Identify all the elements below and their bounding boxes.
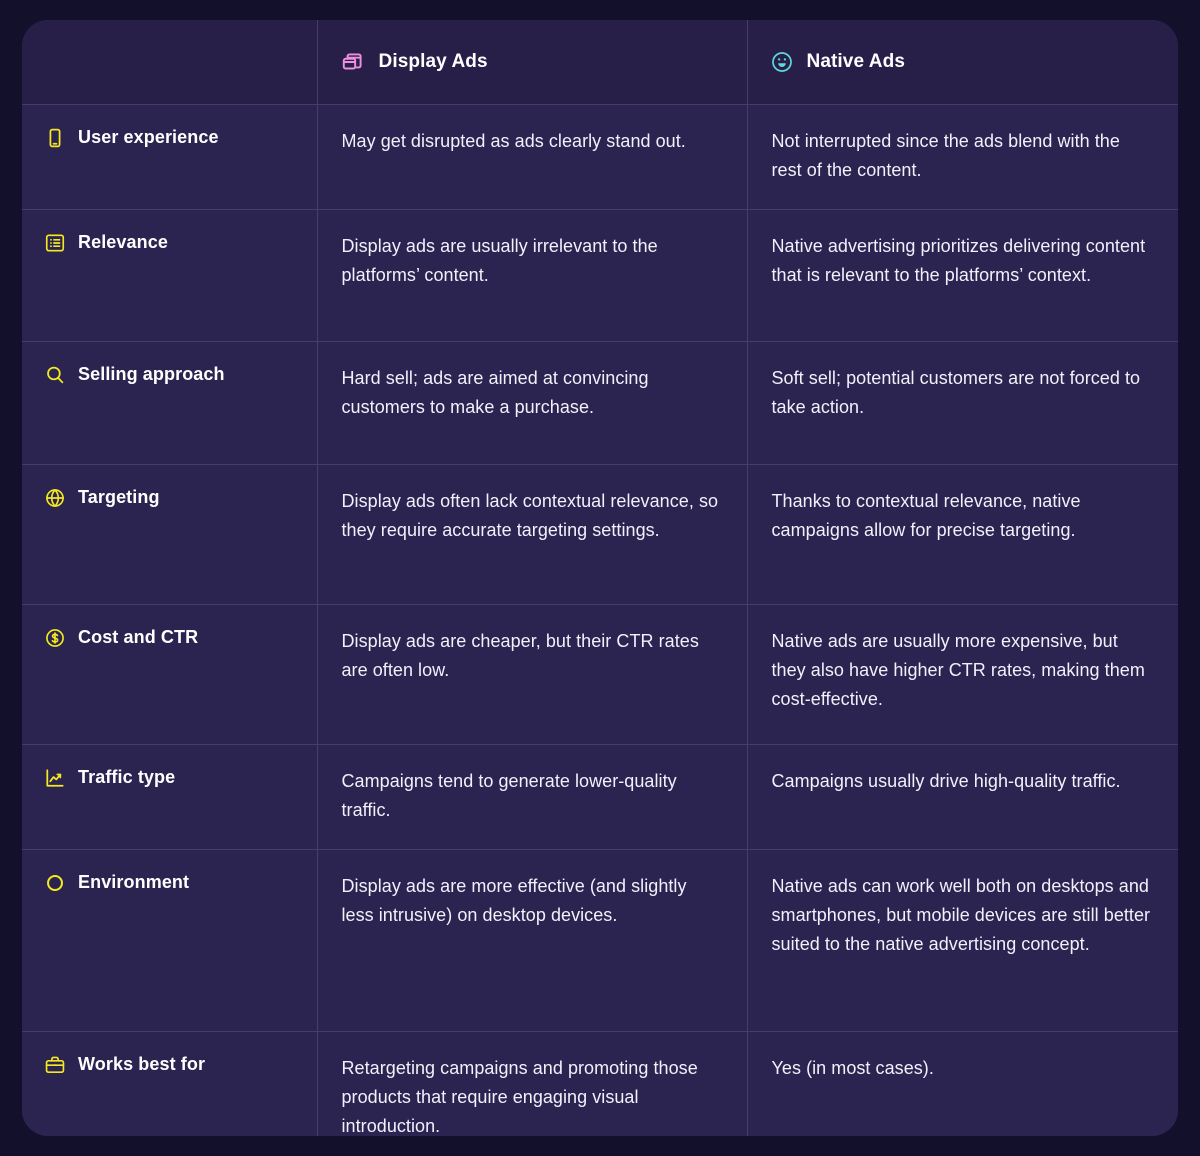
screenshot-canvas: Display Ads Native Ads User experience M…	[0, 0, 1200, 1156]
cell-display: Retargeting campaigns and promoting thos…	[317, 1031, 748, 1136]
cell-text: Soft sell; potential customers are not f…	[771, 367, 1141, 417]
cell-native: Native advertising prioritizes deliverin…	[747, 209, 1178, 342]
cell-text: Hard sell; ads are aimed at convincing c…	[341, 367, 649, 417]
table-row: User experience May get disrupted as ads…	[22, 104, 1178, 210]
cell-native: Yes (in most cases).	[747, 1031, 1178, 1136]
cell-native: Not interrupted since the ads blend with…	[747, 104, 1178, 210]
row-label-cell: Targeting	[22, 464, 318, 605]
table-row: Selling approach Hard sell; ads are aime…	[22, 341, 1178, 465]
cell-display: Display ads are usually irrelevant to th…	[317, 209, 748, 342]
cell-display: Display ads are cheaper, but their CTR r…	[317, 604, 748, 745]
row-label-cell: Relevance	[22, 209, 318, 342]
table-row: Environment Display ads are more effecti…	[22, 849, 1178, 1033]
row-label: Relevance	[78, 232, 168, 253]
cell-display: Display ads often lack contextual releva…	[317, 464, 748, 605]
table-body: User experience May get disrupted as ads…	[22, 104, 1178, 1136]
cell-native: Thanks to contextual relevance, native c…	[747, 464, 1178, 605]
table-row: Works best for Retargeting campaigns and…	[22, 1031, 1178, 1136]
circle-icon	[44, 872, 66, 894]
row-label-cell: Cost and CTR	[22, 604, 318, 745]
table-row: Targeting Display ads often lack context…	[22, 464, 1178, 605]
cell-native: Native ads are usually more expensive, b…	[747, 604, 1178, 745]
briefcase-icon	[44, 1054, 66, 1076]
dollar-coin-icon	[44, 627, 66, 649]
layers-icon	[340, 49, 366, 75]
table-row: Cost and CTR Display ads are cheaper, bu…	[22, 604, 1178, 745]
globe-icon	[44, 487, 66, 509]
header-label-display-ads: Display Ads	[378, 50, 488, 72]
row-label: Cost and CTR	[78, 627, 199, 648]
cell-display: May get disrupted as ads clearly stand o…	[317, 104, 748, 210]
cell-text: Yes (in most cases).	[771, 1058, 934, 1079]
cell-native: Campaigns usually drive high-quality tra…	[747, 744, 1178, 851]
header-row: Display Ads Native Ads	[22, 20, 1178, 105]
cell-text: Not interrupted since the ads blend with…	[771, 130, 1120, 180]
row-label: Traffic type	[78, 767, 176, 788]
comparison-table-card: Display Ads Native Ads User experience M…	[22, 20, 1178, 1136]
cell-display: Hard sell; ads are aimed at convincing c…	[317, 341, 748, 465]
row-label: Environment	[78, 872, 190, 893]
header-cell-native-ads: Native Ads	[747, 20, 1178, 105]
row-label-cell: User experience	[22, 104, 318, 210]
cell-text: Native ads are usually more expensive, b…	[771, 630, 1145, 710]
row-label-cell: Traffic type	[22, 744, 318, 851]
row-label: User experience	[78, 126, 219, 147]
cell-text: Display ads often lack contextual releva…	[341, 490, 719, 540]
cell-text: Display ads are usually irrelevant to th…	[341, 235, 658, 285]
row-label: Selling approach	[78, 364, 225, 385]
cell-text: Retargeting campaigns and promoting thos…	[341, 1058, 698, 1136]
cell-text: Campaigns tend to generate lower-quality…	[341, 770, 677, 820]
header-cell-display-ads: Display Ads	[317, 20, 748, 105]
header-label-native-ads: Native Ads	[806, 50, 905, 72]
header-corner-cell	[22, 20, 318, 105]
row-label: Targeting	[78, 487, 160, 508]
cell-text: Campaigns usually drive high-quality tra…	[771, 770, 1121, 791]
cell-text: Display ads are cheaper, but their CTR r…	[341, 630, 699, 680]
table-header: Display Ads Native Ads	[22, 20, 1178, 105]
row-label-cell: Works best for	[22, 1031, 318, 1136]
list-icon	[44, 232, 66, 254]
cell-display: Campaigns tend to generate lower-quality…	[317, 744, 748, 851]
table-row: Relevance Display ads are usually irrele…	[22, 209, 1178, 342]
cell-display: Display ads are more effective (and slig…	[317, 849, 748, 1033]
search-icon	[44, 364, 66, 386]
smartphone-icon	[44, 127, 66, 149]
comparison-table: Display Ads Native Ads User experience M…	[22, 20, 1178, 1136]
row-label-cell: Selling approach	[22, 341, 318, 465]
line-chart-icon	[44, 767, 66, 789]
row-label: Works best for	[78, 1054, 206, 1075]
table-row: Traffic type Campaigns tend to generate …	[22, 744, 1178, 851]
row-label-cell: Environment	[22, 849, 318, 1033]
cell-text: Native advertising prioritizes deliverin…	[771, 235, 1146, 285]
cell-text: Native ads can work well both on desktop…	[771, 876, 1151, 955]
cell-text: Thanks to contextual relevance, native c…	[771, 490, 1081, 540]
cell-native: Soft sell; potential customers are not f…	[747, 341, 1178, 465]
cell-text: Display ads are more effective (and slig…	[341, 876, 687, 926]
cell-text: May get disrupted as ads clearly stand o…	[341, 130, 686, 151]
smiley-face-icon	[770, 50, 794, 74]
cell-native: Native ads can work well both on desktop…	[747, 849, 1178, 1033]
